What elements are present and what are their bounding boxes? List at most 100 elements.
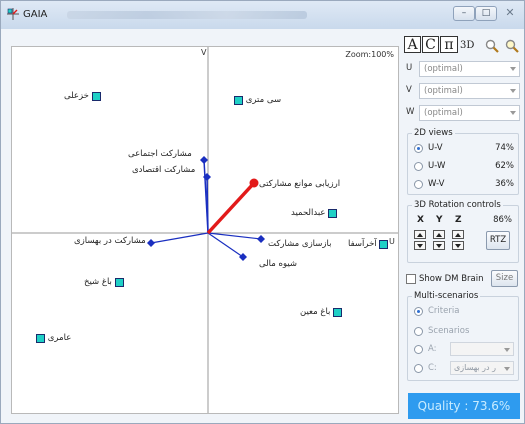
radio-scenarios[interactable] (414, 327, 423, 336)
multi-c-label: C: (428, 363, 437, 373)
view-wv-option[interactable]: W-V 36% (414, 179, 514, 191)
criterion-label-c3: ارزیابی موانع مشارکتی (259, 179, 341, 189)
radio-uv[interactable] (414, 144, 423, 153)
size-button[interactable]: Size (491, 270, 518, 287)
gaia-plane[interactable]: Zoom:100% V U خزعلی سی متری عبدالحمید آخ… (11, 46, 399, 414)
criterion-marker-c4 (257, 235, 265, 243)
gaia-app-icon (7, 8, 19, 20)
views-2d-group: 2D views U-V 74% U-W 62% W-V 36% (407, 128, 519, 195)
view-uw-label: U-W (428, 161, 446, 171)
multi-scenarios-group: Multi-scenarios Criteria Scenarios A: C: (407, 291, 519, 381)
alternative-label: آخرآسفا (348, 239, 377, 249)
criterion-label-c6: مشارکت در بهسازی (74, 236, 146, 246)
criterion-axis-c6 (150, 232, 209, 244)
alternative-a5[interactable]: باغ شیخ (84, 277, 124, 288)
alternative-a4[interactable]: آخرآسفا (348, 239, 389, 250)
alternative-marker (328, 208, 338, 218)
show-dm-brain-label: Show DM Brain (419, 274, 484, 284)
rot-z-down-button[interactable] (452, 241, 464, 250)
criterion-marker-c1 (200, 156, 208, 164)
rot-x-label: X (417, 215, 424, 225)
rot-z-up-button[interactable] (452, 230, 464, 239)
multi-c-select[interactable]: ر در بهسازی (450, 361, 514, 375)
multi-criteria-label: Criteria (428, 306, 460, 316)
minimize-button[interactable]: – (453, 6, 475, 21)
alternative-a2[interactable]: سی متری (234, 95, 281, 106)
control-panel: A C π 3D U (optimal) V (optimal) W (opti… (402, 31, 523, 421)
rotation-title: 3D Rotation controls (412, 200, 503, 210)
3d-mode-toggle[interactable]: 3D (460, 40, 474, 51)
view-uw-option[interactable]: U-W 62% (414, 161, 514, 173)
rotation-group: 3D Rotation controls X Y Z 86% RTZ (407, 200, 519, 263)
zoom-in-icon[interactable] (485, 39, 499, 53)
chevron-down-icon (504, 348, 510, 352)
criterion-marker-c5 (239, 253, 247, 261)
multi-criteria-option[interactable]: Criteria (414, 306, 514, 318)
alternative-a6[interactable]: باغ معین (300, 307, 343, 318)
alternative-a3[interactable]: عبدالحمید (291, 208, 338, 219)
view-uv-option[interactable]: U-V 74% (414, 143, 514, 155)
rot-y-label: Y (436, 215, 443, 225)
rot-y-up-button[interactable] (433, 230, 445, 239)
alternative-marker (333, 307, 343, 317)
v-axis-value: (optimal) (424, 86, 463, 96)
radio-c[interactable] (414, 364, 423, 373)
alternative-a7[interactable]: عامری (36, 333, 71, 344)
criterion-label-c2: مشارکت اقتصادی (132, 165, 196, 175)
criterion-marker-c6 (147, 239, 155, 247)
multi-scenarios-title: Multi-scenarios (412, 291, 481, 301)
rot-z-label: Z (455, 215, 462, 225)
alternative-label: سی متری (245, 95, 282, 105)
gaia-window: GAIA – □ ✕ Zoom:100% V U خزعلی سی متری ع… (0, 0, 525, 424)
alternative-marker (36, 333, 45, 343)
close-button[interactable]: ✕ (497, 6, 523, 21)
multi-a-label: A: (428, 344, 437, 354)
alternative-a1[interactable]: خزعلی (64, 91, 101, 102)
radio-criteria[interactable] (414, 307, 423, 316)
alternative-marker (114, 277, 124, 287)
u-axis-selector-row: U (optimal) (406, 61, 522, 77)
decision-stick-head[interactable] (249, 178, 259, 188)
multi-a-select[interactable] (450, 342, 514, 356)
views-2d-title: 2D views (412, 128, 455, 138)
chevron-down-icon (504, 367, 510, 371)
criterion-label-c1: مشارکت اجتماعی (128, 149, 192, 159)
rot-x-up-button[interactable] (414, 230, 426, 239)
criteria-mode-button[interactable]: C (422, 36, 439, 53)
maximize-button[interactable]: □ (475, 6, 497, 21)
criterion-axis-c2 (206, 176, 209, 234)
quality-indicator: Quality : 73.6% (408, 393, 520, 419)
rotation-pct: 86% (493, 215, 512, 225)
v-axis-select[interactable]: (optimal) (419, 83, 520, 99)
alternative-label: عبدالحمید (291, 208, 326, 218)
w-axis-select[interactable]: (optimal) (419, 105, 520, 121)
title-bar[interactable]: GAIA – □ ✕ (1, 1, 524, 29)
radio-uw[interactable] (414, 162, 423, 171)
multi-scenarios-option[interactable]: Scenarios (414, 326, 514, 338)
u-selector-label: U (406, 63, 413, 73)
radio-a[interactable] (414, 345, 423, 354)
multi-c-value: ر در بهسازی (454, 363, 496, 372)
radio-wv[interactable] (414, 180, 423, 189)
window-title: GAIA (23, 9, 48, 20)
v-selector-label: V (406, 85, 412, 95)
pi-mode-button[interactable]: π (440, 36, 458, 53)
u-axis-select[interactable]: (optimal) (419, 61, 520, 77)
view-wv-pct: 36% (495, 179, 514, 189)
gaia-plane-svg (12, 47, 398, 413)
w-axis-value: (optimal) (424, 108, 463, 118)
alternatives-mode-button[interactable]: A (404, 36, 421, 53)
alternative-label: عامری (47, 333, 72, 343)
blurred-tabs (67, 11, 307, 19)
rot-x-down-button[interactable] (414, 241, 426, 250)
view-uv-pct: 74% (495, 143, 514, 153)
zoom-out-icon[interactable] (505, 39, 519, 53)
rot-y-down-button[interactable] (433, 241, 445, 250)
alternative-marker (91, 91, 101, 101)
rtz-button[interactable]: RTZ (486, 231, 510, 250)
criterion-label-c5: شیوه مالی (259, 259, 298, 269)
show-dm-brain-checkbox[interactable] (406, 274, 416, 284)
chevron-down-icon (510, 67, 516, 71)
multi-scenarios-label: Scenarios (428, 326, 470, 336)
u-axis-value: (optimal) (424, 64, 463, 74)
